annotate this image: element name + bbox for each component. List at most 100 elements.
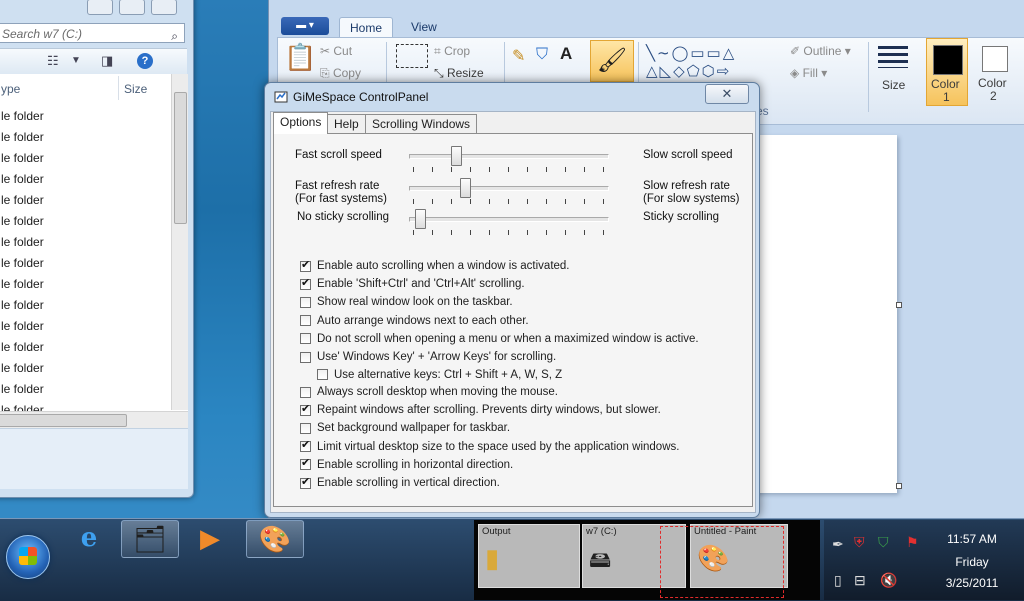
horizontal-scrollbar[interactable] <box>0 411 188 428</box>
color1-button[interactable]: Color 1 <box>926 38 968 106</box>
option-row[interactable]: Enable auto scrolling when a window is a… <box>300 258 570 272</box>
taskbar-paint[interactable]: 🎨 <box>246 520 304 558</box>
option-row[interactable]: Show real window look on the taskbar. <box>300 296 513 308</box>
option-row[interactable]: Limit virtual desktop size to the space … <box>300 438 679 453</box>
shapes-gallery[interactable]: ╲∼◯▭▭△ △◺◇⬠⬡⇨ <box>646 44 736 80</box>
option-checkbox[interactable] <box>300 475 311 489</box>
option-checkbox[interactable] <box>317 369 328 380</box>
clock-time[interactable]: 11:57 AM <box>932 532 1012 546</box>
preview-pane-icon[interactable]: ◨ <box>101 53 113 69</box>
list-item[interactable]: le folder <box>1 277 44 291</box>
option-checkbox[interactable] <box>300 315 311 327</box>
paint-menu-button[interactable]: ▬ ▾ <box>281 17 329 35</box>
search-input[interactable]: Search w7 (C:) ⌕ <box>0 23 185 43</box>
tab-home[interactable]: Home <box>339 17 394 38</box>
option-checkbox[interactable] <box>300 351 311 363</box>
view-options-icon[interactable]: ☷ <box>47 53 59 69</box>
list-item[interactable]: le folder <box>1 109 44 123</box>
list-item[interactable]: le folder <box>1 151 44 165</box>
list-item[interactable]: le folder <box>1 214 44 228</box>
gimespace-dialog[interactable]: GiMeSpace ControlPanel ✕ Options Help Sc… <box>264 82 760 518</box>
scroll-thumb[interactable] <box>174 92 187 224</box>
resize-handle[interactable] <box>896 302 902 308</box>
tab-options[interactable]: Options <box>273 112 329 134</box>
option-checkbox[interactable] <box>300 296 311 308</box>
drawing-canvas[interactable] <box>749 135 897 493</box>
text-tool-icon[interactable]: A <box>560 44 572 64</box>
list-item[interactable]: le folder <box>1 130 44 144</box>
list-item[interactable]: le folder <box>1 193 44 207</box>
flag-icon[interactable]: ⚑ <box>906 534 919 551</box>
list-item[interactable]: le folder <box>1 319 44 333</box>
color2-button[interactable]: Color 2 <box>974 38 1014 104</box>
option-row[interactable]: Enable scrolling in horizontal direction… <box>300 456 513 471</box>
help-icon[interactable]: ? <box>137 53 153 69</box>
clock-day[interactable]: Friday <box>932 555 1012 569</box>
cut-button[interactable]: ✂ Cut <box>320 44 352 58</box>
refresh-rate-slider[interactable] <box>409 186 609 191</box>
list-item[interactable]: le folder <box>1 361 44 375</box>
scroll-thumb[interactable] <box>0 414 127 427</box>
taskbar-explorer[interactable]: 🗂 <box>121 520 179 558</box>
pen-icon[interactable]: ✒ <box>832 536 844 553</box>
minimize-button[interactable] <box>87 0 113 15</box>
size-label[interactable]: Size <box>882 78 905 92</box>
chevron-down-icon[interactable]: ▼ <box>71 55 81 66</box>
list-item[interactable]: le folder <box>1 256 44 270</box>
option-row[interactable]: Set background wallpaper for taskbar. <box>300 422 510 434</box>
security-shield-icon[interactable]: ⛉ <box>878 534 889 551</box>
resize-button[interactable]: ⤡ Resize <box>434 66 484 81</box>
brushes-button[interactable]: 🖌 <box>590 40 634 82</box>
start-button[interactable] <box>6 535 50 579</box>
option-checkbox[interactable] <box>300 402 311 416</box>
tab-help[interactable]: Help <box>327 114 366 134</box>
fill-bucket-icon[interactable]: ⛉ <box>536 46 548 64</box>
option-row[interactable]: Repaint windows after scrolling. Prevent… <box>300 402 661 416</box>
option-row[interactable]: Auto arrange windows next to each other. <box>300 315 529 327</box>
battery-icon[interactable]: ▯ <box>834 572 842 589</box>
select-icon[interactable] <box>396 44 428 68</box>
option-checkbox[interactable] <box>300 386 311 398</box>
column-header-type[interactable]: ype <box>1 82 20 96</box>
option-checkbox[interactable] <box>300 258 311 272</box>
crop-button[interactable]: ⌗ Crop <box>434 44 470 59</box>
list-item[interactable]: le folder <box>1 172 44 186</box>
paste-icon[interactable]: 📋 <box>284 42 316 73</box>
clock-date[interactable]: 3/25/2011 <box>932 576 1012 590</box>
list-item[interactable]: le folder <box>1 340 44 354</box>
option-checkbox[interactable] <box>300 456 311 471</box>
volume-muted-icon[interactable]: 🔇 <box>880 572 897 589</box>
network-icon[interactable]: ⊟ <box>854 572 866 589</box>
list-item[interactable]: le folder <box>1 298 44 312</box>
option-checkbox[interactable] <box>300 333 311 345</box>
option-row[interactable]: Always scroll desktop when moving the mo… <box>300 386 558 398</box>
scroll-speed-slider[interactable] <box>409 154 609 159</box>
scroll-speed-slider-thumb[interactable] <box>450 146 462 166</box>
option-checkbox[interactable] <box>300 422 311 434</box>
column-header-size[interactable]: Size <box>124 82 147 96</box>
fill-button[interactable]: ◈ Fill ▾ <box>790 66 827 80</box>
sticky-scrolling-slider-thumb[interactable] <box>414 209 426 229</box>
option-row[interactable]: Use alternative keys: Ctrl + Shift + A, … <box>317 369 562 381</box>
list-item[interactable]: le folder <box>1 235 44 249</box>
taskbar-internet-explorer[interactable]: e <box>61 520 117 556</box>
size-icon[interactable] <box>878 46 908 68</box>
close-button[interactable]: ✕ <box>705 84 749 104</box>
pencil-icon[interactable]: ✎ <box>512 46 525 66</box>
thumbnail-output[interactable]: Output ▮ <box>478 524 580 588</box>
copy-button[interactable]: ⎘ Copy <box>320 66 361 81</box>
option-checkbox[interactable] <box>300 276 311 290</box>
outline-button[interactable]: ✐ Outline ▾ <box>790 44 851 58</box>
antivirus-icon[interactable]: ⛨ <box>854 534 865 551</box>
tab-view[interactable]: View <box>401 17 447 37</box>
refresh-rate-slider-thumb[interactable] <box>460 178 472 198</box>
search-icon[interactable]: ⌕ <box>171 26 178 46</box>
taskbar-media-player[interactable]: ▶ <box>182 520 238 556</box>
option-checkbox[interactable] <box>300 438 311 453</box>
option-row[interactable]: Enable scrolling in vertical direction. <box>300 475 500 489</box>
explorer-window[interactable]: Search w7 (C:) ⌕ ☷ ▼ ◨ ? ype Size le fol… <box>0 0 194 498</box>
maximize-button[interactable] <box>119 0 145 15</box>
close-button[interactable] <box>151 0 177 15</box>
sticky-scrolling-slider[interactable] <box>409 217 609 222</box>
tab-scrolling-windows[interactable]: Scrolling Windows <box>365 114 478 134</box>
